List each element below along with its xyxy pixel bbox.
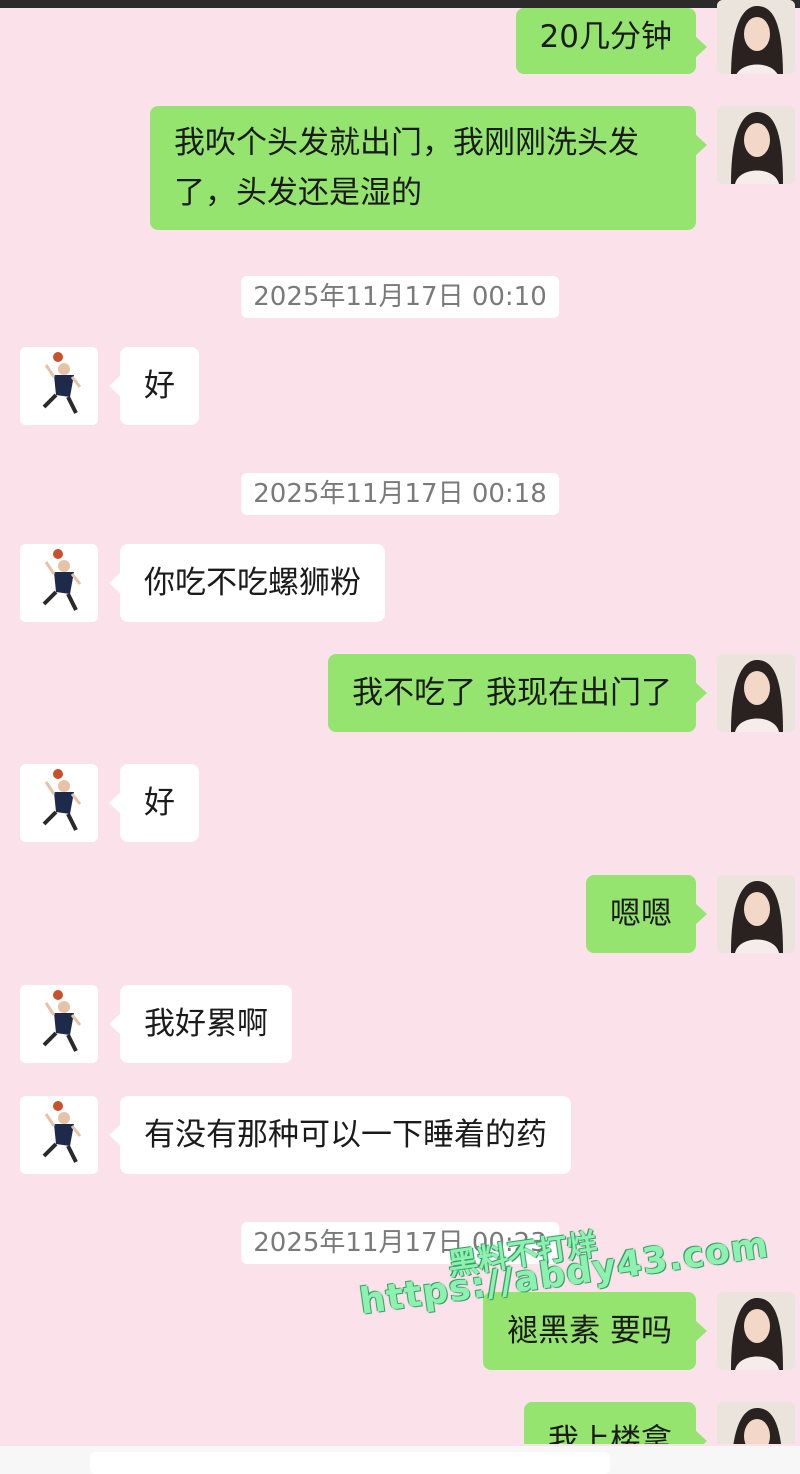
- message-bubble-other[interactable]: 有没有那种可以一下睡着的药: [109, 1096, 571, 1174]
- self-avatar-icon[interactable]: [717, 0, 795, 74]
- message-text: 嗯嗯: [610, 896, 672, 932]
- message-row: 我上楼拿: [0, 1402, 800, 1444]
- self-avatar-icon[interactable]: [717, 1292, 795, 1370]
- input-bar: [0, 1446, 800, 1474]
- other-avatar-icon[interactable]: [20, 544, 98, 622]
- message-text: 我好累啊: [144, 1006, 268, 1042]
- message-timestamp: 2025年11月17日 00:18: [241, 473, 559, 515]
- message-text: 好: [144, 368, 175, 404]
- message-input[interactable]: [90, 1452, 610, 1474]
- message-text: 有没有那种可以一下睡着的药: [144, 1117, 547, 1153]
- other-avatar-icon[interactable]: [20, 1096, 98, 1174]
- message-bubble-self[interactable]: 褪黑素 要吗: [483, 1292, 707, 1370]
- message-bubble-self[interactable]: 我吹个头发就出门，我刚刚洗头发了，头发还是湿的: [150, 106, 707, 230]
- message-bubble-self[interactable]: 20几分钟: [515, 8, 708, 74]
- self-avatar-icon[interactable]: [717, 654, 795, 732]
- self-avatar-icon[interactable]: [717, 106, 795, 184]
- message-bubble-self[interactable]: 我上楼拿: [524, 1402, 707, 1444]
- message-bubble-other[interactable]: 你吃不吃螺狮粉: [109, 544, 385, 622]
- self-avatar-icon[interactable]: [717, 1402, 795, 1444]
- message-timestamp: 2025年11月17日 00:10: [241, 276, 559, 318]
- message-bubble-self[interactable]: 我不吃了 我现在出门了: [328, 654, 707, 732]
- self-avatar-icon[interactable]: [717, 875, 795, 953]
- other-avatar-icon[interactable]: [20, 764, 98, 842]
- message-text: 20几分钟: [539, 19, 672, 55]
- message-text: 我上楼拿: [548, 1423, 672, 1444]
- message-bubble-self[interactable]: 嗯嗯: [586, 875, 707, 953]
- message-bubble-other[interactable]: 好: [109, 764, 199, 842]
- message-text: 褪黑素 要吗: [507, 1313, 672, 1349]
- message-bubble-other[interactable]: 我好累啊: [109, 985, 292, 1063]
- message-text: 我吹个头发就出门，我刚刚洗头发了，头发还是湿的: [174, 125, 639, 211]
- message-bubble-other[interactable]: 好: [109, 347, 199, 425]
- message-text: 你吃不吃螺狮粉: [144, 565, 361, 601]
- message-text: 好: [144, 785, 175, 821]
- message-text: 我不吃了 我现在出门了: [352, 675, 672, 711]
- other-avatar-icon[interactable]: [20, 985, 98, 1063]
- other-avatar-icon[interactable]: [20, 347, 98, 425]
